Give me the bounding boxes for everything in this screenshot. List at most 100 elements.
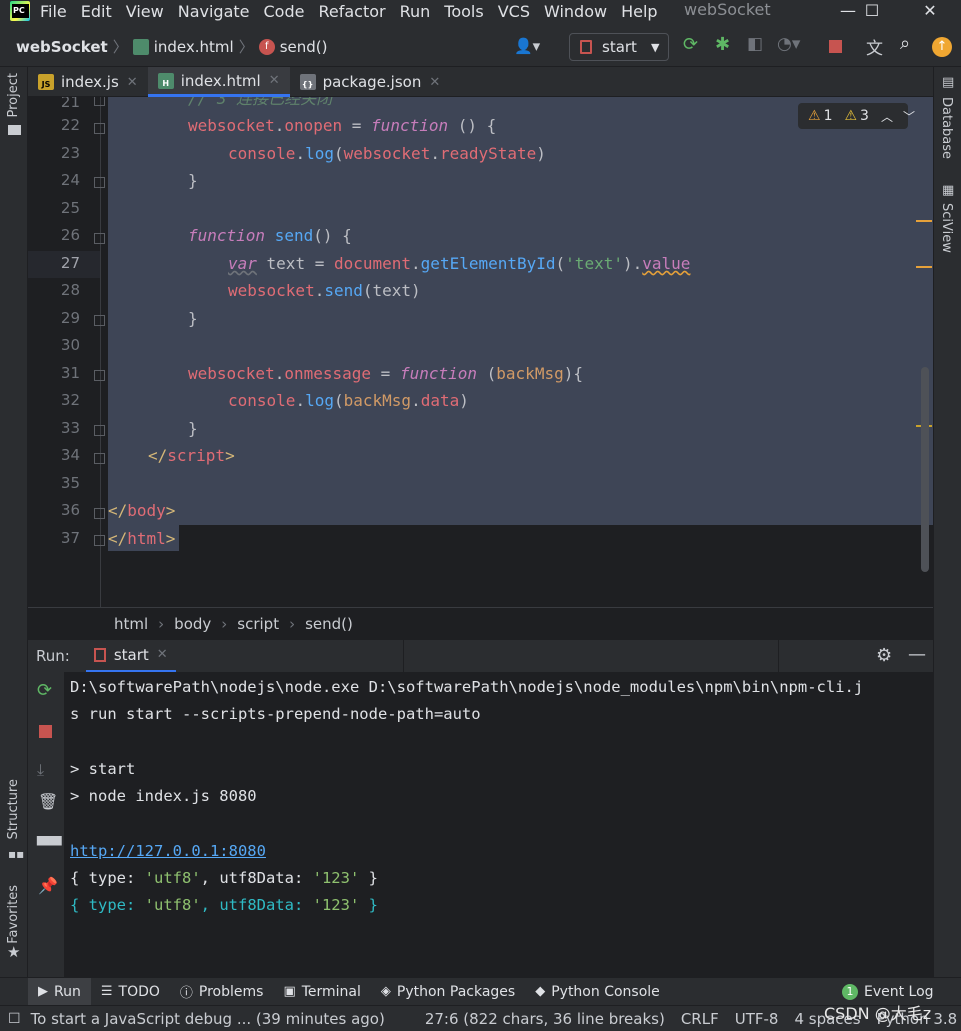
fold-marker[interactable] [94, 233, 105, 244]
warning-marker[interactable] [916, 266, 932, 268]
menu-run[interactable]: Run [400, 2, 431, 21]
trash-icon[interactable]: 🗑 [38, 792, 58, 811]
fold-marker[interactable] [94, 370, 105, 381]
fold-marker[interactable] [94, 425, 105, 436]
breadcrumb-send[interactable]: send() [305, 615, 353, 633]
run-console[interactable]: D:\softwarePath\nodejs\node.exe D:\softw… [64, 672, 933, 977]
nav-project[interactable]: webSocket [16, 38, 108, 56]
translate-icon[interactable]: 文 [866, 34, 886, 59]
fold-marker[interactable] [94, 97, 105, 106]
html-file-icon [132, 38, 149, 55]
console-line: { type: 'utf8', utf8Data: '123' } [70, 896, 378, 914]
fold-marker[interactable] [94, 453, 105, 464]
code-line-26: function send() { [188, 226, 352, 245]
watermark: CSDN @大毛z [824, 1004, 932, 1023]
project-tool-button[interactable]: Project [6, 73, 21, 117]
close-icon[interactable]: ✕ [157, 647, 168, 662]
tool-run[interactable]: ▶ Run [28, 977, 91, 1006]
warning-marker[interactable] [916, 220, 932, 222]
pin-icon[interactable]: 📌 [38, 876, 58, 895]
tab-package-json[interactable]: {} package.json ✕ [290, 67, 451, 97]
tool-terminal[interactable]: ▣ Terminal [273, 978, 370, 1006]
tool-python-packages[interactable]: ◈ Python Packages [371, 978, 525, 1006]
maximize-icon[interactable]: ☐ [850, 0, 894, 22]
profile-icon[interactable]: ◔▾ [777, 34, 800, 54]
breadcrumb-html[interactable]: html [114, 615, 148, 633]
menu-file[interactable]: File [40, 2, 67, 21]
console-link[interactable]: http://127.0.0.1:8080 [70, 838, 266, 865]
tool-problems[interactable]: ⓘ Problems [170, 978, 274, 1006]
rerun-icon[interactable]: ⟳ [37, 680, 52, 701]
status-line-separator[interactable]: CRLF [681, 1010, 719, 1028]
breadcrumb-script[interactable]: script [237, 615, 279, 633]
fold-marker[interactable] [94, 123, 105, 134]
debug-icon[interactable]: ✱ [715, 34, 735, 55]
run-config-selector[interactable]: start ▼ [569, 33, 669, 61]
run-tab-start[interactable]: start ✕ [85, 640, 176, 673]
close-icon[interactable]: ✕ [269, 73, 280, 88]
menu-navigate[interactable]: Navigate [178, 2, 250, 21]
menu-window[interactable]: Window [544, 2, 607, 21]
menu-code[interactable]: Code [264, 2, 305, 21]
editor-breadcrumb: html › body › script › send() [28, 607, 933, 639]
close-icon[interactable]: ✕ [429, 75, 440, 90]
menu-view[interactable]: View [126, 2, 164, 21]
structure-tool-button[interactable]: Structure [6, 779, 21, 839]
layout-icon[interactable]: ▀▀ [37, 836, 62, 855]
status-caret-position[interactable]: 27:6 (822 chars, 36 line breaks) [425, 1010, 665, 1028]
gear-icon[interactable]: ⚙ [876, 645, 892, 666]
window-title: webSocket [684, 0, 771, 19]
star-icon: ★ [7, 943, 21, 961]
sciview-tool-button[interactable]: SciView [939, 203, 954, 253]
code-line-36: </body> [108, 501, 176, 520]
stop-icon[interactable] [829, 40, 842, 53]
weak-warning-icon: ⚠ [844, 108, 858, 124]
fold-marker[interactable] [94, 508, 105, 519]
menu-refactor[interactable]: Refactor [318, 2, 385, 21]
chevron-right-icon: › [289, 614, 296, 633]
menu-tools[interactable]: Tools [444, 2, 483, 21]
status-layout-icon[interactable]: ☐ [8, 1011, 21, 1027]
packages-icon: ◈ [380, 984, 391, 999]
event-count-badge: 1 [842, 984, 858, 1000]
fold-marker[interactable] [94, 535, 105, 546]
fold-marker[interactable] [94, 315, 105, 326]
status-encoding[interactable]: UTF-8 [735, 1010, 779, 1028]
favorites-tool-button[interactable]: Favorites [6, 885, 21, 944]
update-icon[interactable]: ↑ [932, 37, 952, 57]
breadcrumb-body[interactable]: body [174, 615, 211, 633]
tab-index-html[interactable]: H index.html ✕ [147, 67, 290, 97]
line-number: 23 [60, 144, 80, 162]
inspection-widget[interactable]: ⚠ 1 ⚠ 3 ︿ ﹀ [798, 103, 915, 129]
hide-panel-icon[interactable]: — [908, 644, 926, 665]
database-icon: ▤ [942, 75, 955, 90]
rerun-icon[interactable]: ⟳ [683, 34, 703, 55]
sciview-icon: ▦ [942, 183, 955, 198]
coverage-icon[interactable]: ◧ [747, 34, 767, 54]
status-message[interactable]: To start a JavaScript debug ... (39 minu… [31, 1010, 385, 1028]
code-editor[interactable]: 21 22 23 24 25 26 27 28 29 30 31 32 33 3… [28, 97, 933, 607]
tool-todo[interactable]: ☰ TODO [91, 978, 170, 1006]
menu-vcs[interactable]: VCS [498, 2, 530, 21]
scroll-to-end-icon[interactable]: ⤓ [37, 760, 44, 780]
html-file-icon: H [157, 72, 174, 89]
js-file-icon: JS [38, 74, 54, 90]
previous-highlight-icon[interactable]: ︿ [881, 108, 893, 125]
close-icon[interactable]: ✕ [127, 75, 138, 90]
close-window-icon[interactable]: ✕ [908, 0, 952, 22]
nav-symbol[interactable]: send() [280, 38, 328, 56]
chevron-right-icon: 〉 [112, 38, 128, 56]
menu-edit[interactable]: Edit [81, 2, 112, 21]
next-highlight-icon[interactable]: ﹀ [903, 108, 915, 125]
database-tool-button[interactable]: Database [939, 97, 954, 159]
menu-help[interactable]: Help [621, 2, 657, 21]
stop-icon[interactable] [39, 725, 52, 738]
user-icon[interactable]: 👤▾ [514, 37, 540, 55]
search-icon[interactable]: ⌕ [900, 33, 920, 54]
tool-python-console[interactable]: ◆ Python Console [525, 978, 670, 1006]
fold-marker[interactable] [94, 177, 105, 188]
left-tool-stripe: Project Structure ▪▪ Favorites ★ [0, 67, 28, 977]
tab-index-js[interactable]: JS index.js ✕ [28, 67, 148, 97]
editor-scrollbar[interactable] [921, 367, 929, 572]
nav-file[interactable]: index.html [154, 38, 234, 56]
